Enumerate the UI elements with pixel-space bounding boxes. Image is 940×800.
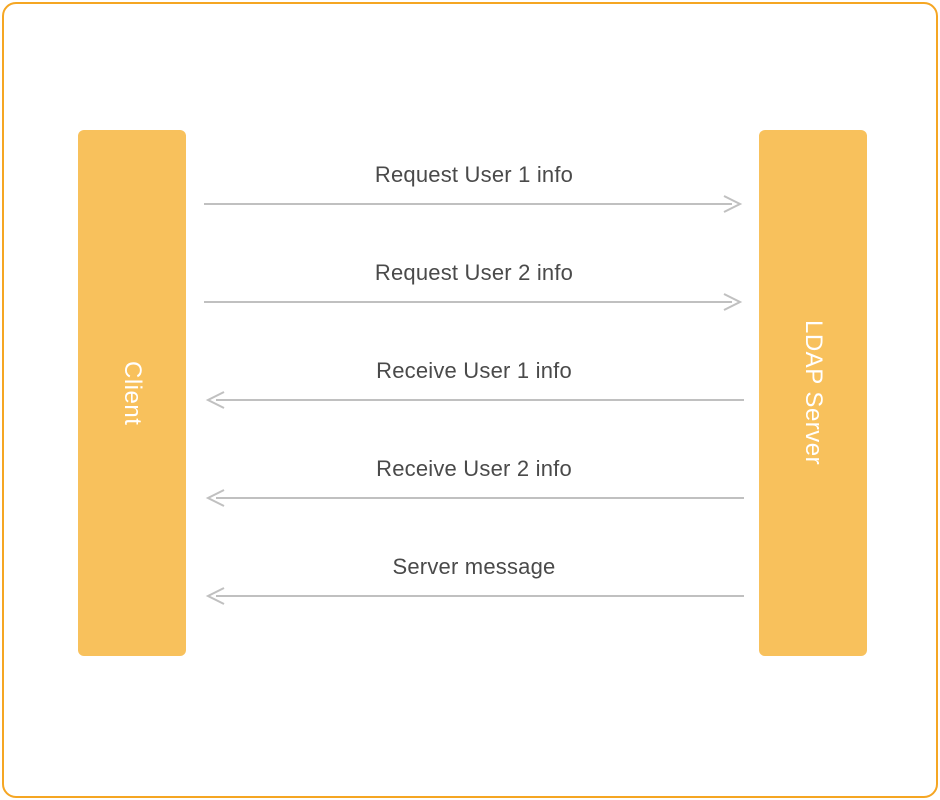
message-row: Request User 2 info bbox=[204, 260, 744, 312]
message-row: Receive User 1 info bbox=[204, 358, 744, 410]
client-label: Client bbox=[118, 361, 146, 425]
message-label: Receive User 1 info bbox=[204, 358, 744, 384]
message-label: Request User 2 info bbox=[204, 260, 744, 286]
message-label: Receive User 2 info bbox=[204, 456, 744, 482]
server-label: LDAP Server bbox=[799, 320, 827, 465]
message-row: Server message bbox=[204, 554, 744, 606]
message-row: Receive User 2 info bbox=[204, 456, 744, 508]
message-row: Request User 1 info bbox=[204, 162, 744, 214]
diagram-frame: Client LDAP Server Request User 1 info R… bbox=[2, 2, 938, 798]
message-label: Server message bbox=[204, 554, 744, 580]
server-box: LDAP Server bbox=[759, 130, 867, 656]
arrow-right-icon bbox=[204, 194, 744, 214]
message-label: Request User 1 info bbox=[204, 162, 744, 188]
arrow-left-icon bbox=[204, 390, 744, 410]
client-box: Client bbox=[78, 130, 186, 656]
arrow-right-icon bbox=[204, 292, 744, 312]
arrow-left-icon bbox=[204, 586, 744, 606]
arrow-left-icon bbox=[204, 488, 744, 508]
